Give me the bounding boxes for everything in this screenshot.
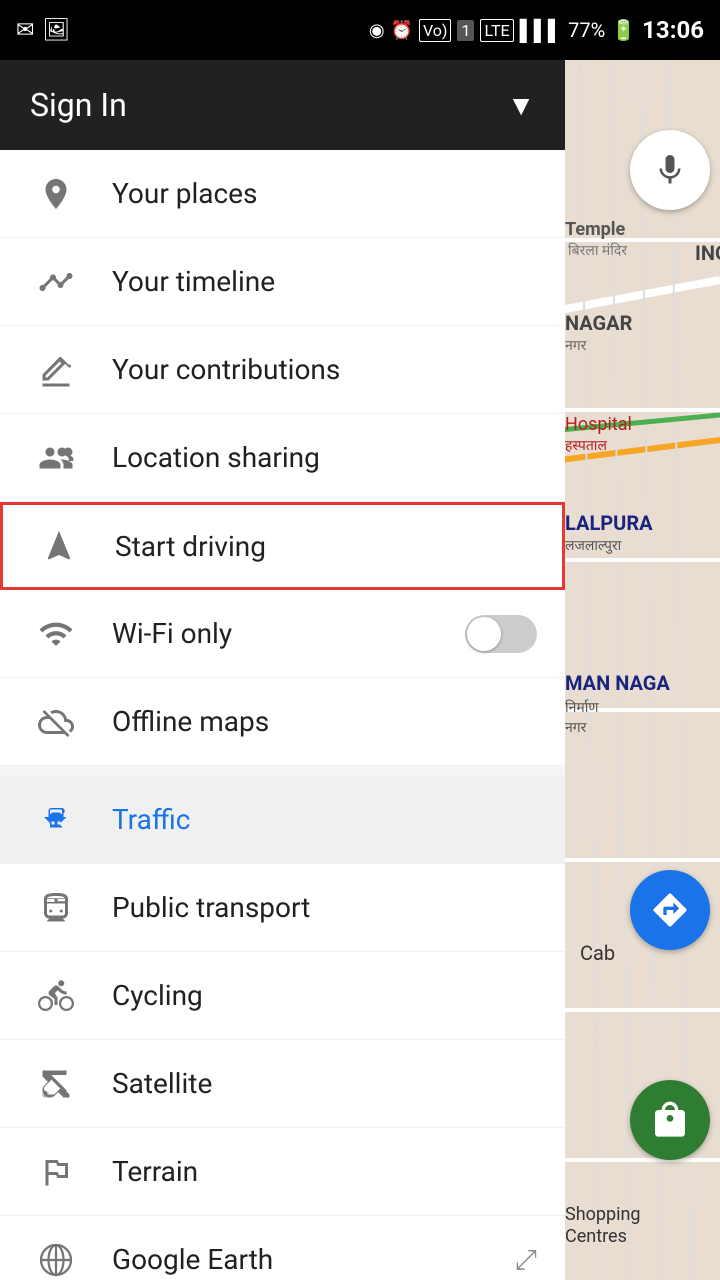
menu-item-your-places[interactable]: Your places — [0, 150, 565, 238]
location-pin-icon — [28, 176, 84, 212]
status-bar-right: ◉ ⏰ Vo) 1 LTE ▌▌▌ 77% 🔋 13:06 — [369, 16, 704, 44]
menu-item-terrain[interactable]: Terrain — [0, 1128, 565, 1216]
shopping-icon — [650, 1100, 690, 1140]
cloud-off-icon — [28, 704, 84, 740]
svg-text:MAN NAGA: MAN NAGA — [565, 671, 670, 695]
your-timeline-label: Your timeline — [112, 265, 537, 298]
satellite-label: Satellite — [112, 1067, 537, 1100]
mic-icon — [652, 152, 688, 188]
svg-text:Temple: Temple — [565, 219, 626, 240]
timeline-icon — [28, 264, 84, 300]
chevron-down-icon: ▼ — [507, 89, 535, 122]
voip-icon: Vo) — [419, 19, 452, 42]
menu-item-satellite[interactable]: Satellite — [0, 1040, 565, 1128]
sign-in-title: Sign In — [30, 86, 127, 124]
svg-text:NAGAR: NAGAR — [565, 311, 633, 335]
battery-icon: 🔋 — [611, 18, 636, 42]
status-bar-left: ✉ 🖼 — [16, 18, 70, 43]
edit-flag-icon — [28, 352, 84, 388]
image-icon: 🖼 — [42, 18, 70, 43]
alarm-icon: ⏰ — [391, 20, 413, 41]
satellite-icon — [28, 1066, 84, 1102]
svg-text:लजलाल्पुरा: लजलाल्पुरा — [565, 538, 622, 554]
start-driving-label: Start driving — [115, 530, 534, 563]
mic-button[interactable] — [630, 130, 710, 210]
signal-icon: ▌▌▌ — [520, 18, 563, 43]
svg-text:निर्माण: निर्माण — [565, 699, 599, 716]
cycling-label: Cycling — [112, 979, 537, 1012]
google-earth-icon — [28, 1242, 84, 1278]
svg-text:हस्पताल: हस्पताल — [565, 438, 607, 454]
svg-text:नगर: नगर — [565, 720, 587, 736]
svg-text:Cab: Cab — [580, 941, 615, 965]
menu-item-your-contributions[interactable]: Your contributions — [0, 326, 565, 414]
lte-icon: LTE — [480, 19, 513, 42]
public-transport-label: Public transport — [112, 891, 537, 924]
battery-percent: 77% — [568, 18, 605, 42]
location-sharing-label: Location sharing — [112, 441, 537, 474]
menu-item-cycling[interactable]: Cycling — [0, 952, 565, 1040]
svg-text:Shopping: Shopping — [565, 1204, 641, 1225]
external-link-icon: ⤢ — [515, 1243, 537, 1277]
google-earth-label: Google Earth — [112, 1243, 515, 1276]
menu-item-traffic[interactable]: Traffic — [0, 776, 565, 864]
shopping-float-button[interactable] — [630, 1080, 710, 1160]
svg-text:INO: INO — [695, 241, 720, 265]
menu-item-start-driving[interactable]: Start driving — [0, 502, 565, 590]
svg-text:LALPURA: LALPURA — [565, 511, 653, 535]
your-places-label: Your places — [112, 177, 537, 210]
menu-item-public-transport[interactable]: Public transport — [0, 864, 565, 952]
menu-item-wifi-only[interactable]: Wi-Fi only — [0, 590, 565, 678]
status-time: 13:06 — [642, 16, 704, 44]
traffic-icon — [28, 802, 84, 838]
wifi-only-toggle[interactable] — [465, 615, 537, 653]
directions-float-button[interactable] — [630, 870, 710, 950]
drawer-header[interactable]: Sign In ▼ — [0, 60, 565, 150]
status-bar: ✉ 🖼 ◉ ⏰ Vo) 1 LTE ▌▌▌ 77% 🔋 13:06 — [0, 0, 720, 60]
svg-text:नगर: नगर — [565, 338, 587, 354]
people-icon — [28, 440, 84, 476]
terrain-label: Terrain — [112, 1155, 537, 1188]
gmail-icon: ✉ — [16, 18, 34, 43]
offline-maps-label: Offline maps — [112, 705, 537, 738]
wifi-only-label: Wi-Fi only — [112, 617, 465, 650]
navigation-icon — [31, 528, 87, 564]
menu-divider — [0, 766, 565, 776]
svg-text:Centres: Centres — [565, 1226, 627, 1247]
wifi-only-toggle-thumb — [467, 617, 501, 651]
your-contributions-label: Your contributions — [112, 353, 537, 386]
wifi-icon — [28, 616, 84, 652]
menu-item-offline-maps[interactable]: Offline maps — [0, 678, 565, 766]
cycling-icon — [28, 978, 84, 1014]
terrain-icon — [28, 1154, 84, 1190]
sim-icon: 1 — [457, 20, 474, 41]
traffic-label: Traffic — [112, 803, 537, 836]
menu-item-google-earth[interactable]: Google Earth ⤢ — [0, 1216, 565, 1280]
svg-text:Hospital: Hospital — [565, 414, 632, 435]
train-icon — [28, 890, 84, 926]
menu-list: Your places Your timeline Your contribut… — [0, 150, 565, 1280]
location-icon: ◉ — [369, 20, 385, 41]
svg-text:बिरला मंदिर: बिरला मंदिर — [568, 242, 627, 259]
menu-item-location-sharing[interactable]: Location sharing — [0, 414, 565, 502]
menu-item-your-timeline[interactable]: Your timeline — [0, 238, 565, 326]
navigation-drawer: Sign In ▼ Your places Your timeline — [0, 60, 565, 1280]
directions-icon — [650, 890, 690, 930]
